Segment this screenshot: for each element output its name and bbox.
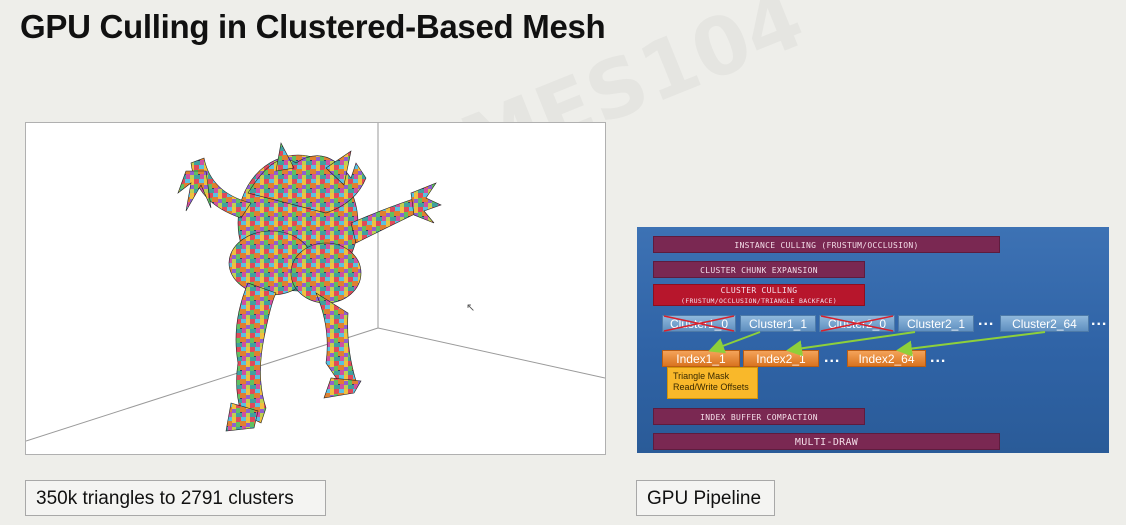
stage-index-buffer-compaction: INDEX BUFFER COMPACTION bbox=[653, 408, 865, 425]
stage-cluster-culling-label: CLUSTER CULLING bbox=[720, 286, 798, 295]
stage-cluster-culling: CLUSTER CULLING (FRUSTUM/OCCLUSION/TRIAN… bbox=[653, 284, 865, 306]
stage-cluster-culling-sub: (FRUSTUM/OCCLUSION/TRIANGLE BACKFACE) bbox=[681, 297, 837, 305]
slide-title: GPU Culling in Clustered-Based Mesh bbox=[20, 8, 606, 45]
cluster-box-culled: Cluster1_0 bbox=[662, 315, 736, 332]
mesh-caption: 350k triangles to 2791 clusters bbox=[25, 480, 326, 516]
mouse-cursor-icon: ↖ bbox=[466, 302, 476, 314]
mask-note-line2: Read/Write Offsets bbox=[673, 382, 749, 392]
index-box: Index1_1 bbox=[662, 350, 740, 367]
index-box: Index2_1 bbox=[743, 350, 819, 367]
index-ellipsis: ... bbox=[930, 349, 947, 366]
pipeline-caption: GPU Pipeline bbox=[636, 480, 775, 516]
index-ellipsis: ... bbox=[824, 349, 841, 366]
cluster-box: Cluster2_1 bbox=[898, 315, 974, 332]
cluster-ellipsis: ... bbox=[978, 312, 995, 329]
cluster-box: Cluster1_1 bbox=[740, 315, 816, 332]
stage-multi-draw: MULTI-DRAW bbox=[653, 433, 1000, 450]
stage-instance-culling: INSTANCE CULLING (FRUSTUM/OCCLUSION) bbox=[653, 236, 1000, 253]
scene-geometry bbox=[26, 123, 605, 442]
mesh-viewport[interactable]: ↖ bbox=[25, 122, 606, 455]
mask-note-line1: Triangle Mask bbox=[673, 371, 730, 381]
clustered-mesh-monster-icon bbox=[177, 142, 442, 432]
triangle-mask-note: Triangle Mask Read/Write Offsets bbox=[667, 367, 758, 399]
cluster-ellipsis: ... bbox=[1091, 312, 1108, 329]
cluster-box: Cluster2_64 bbox=[1000, 315, 1089, 332]
index-box: Index2_64 bbox=[847, 350, 926, 367]
cluster-box-culled: Cluster2_0 bbox=[819, 315, 895, 332]
stage-cluster-chunk-expansion: CLUSTER CHUNK EXPANSION bbox=[653, 261, 865, 278]
